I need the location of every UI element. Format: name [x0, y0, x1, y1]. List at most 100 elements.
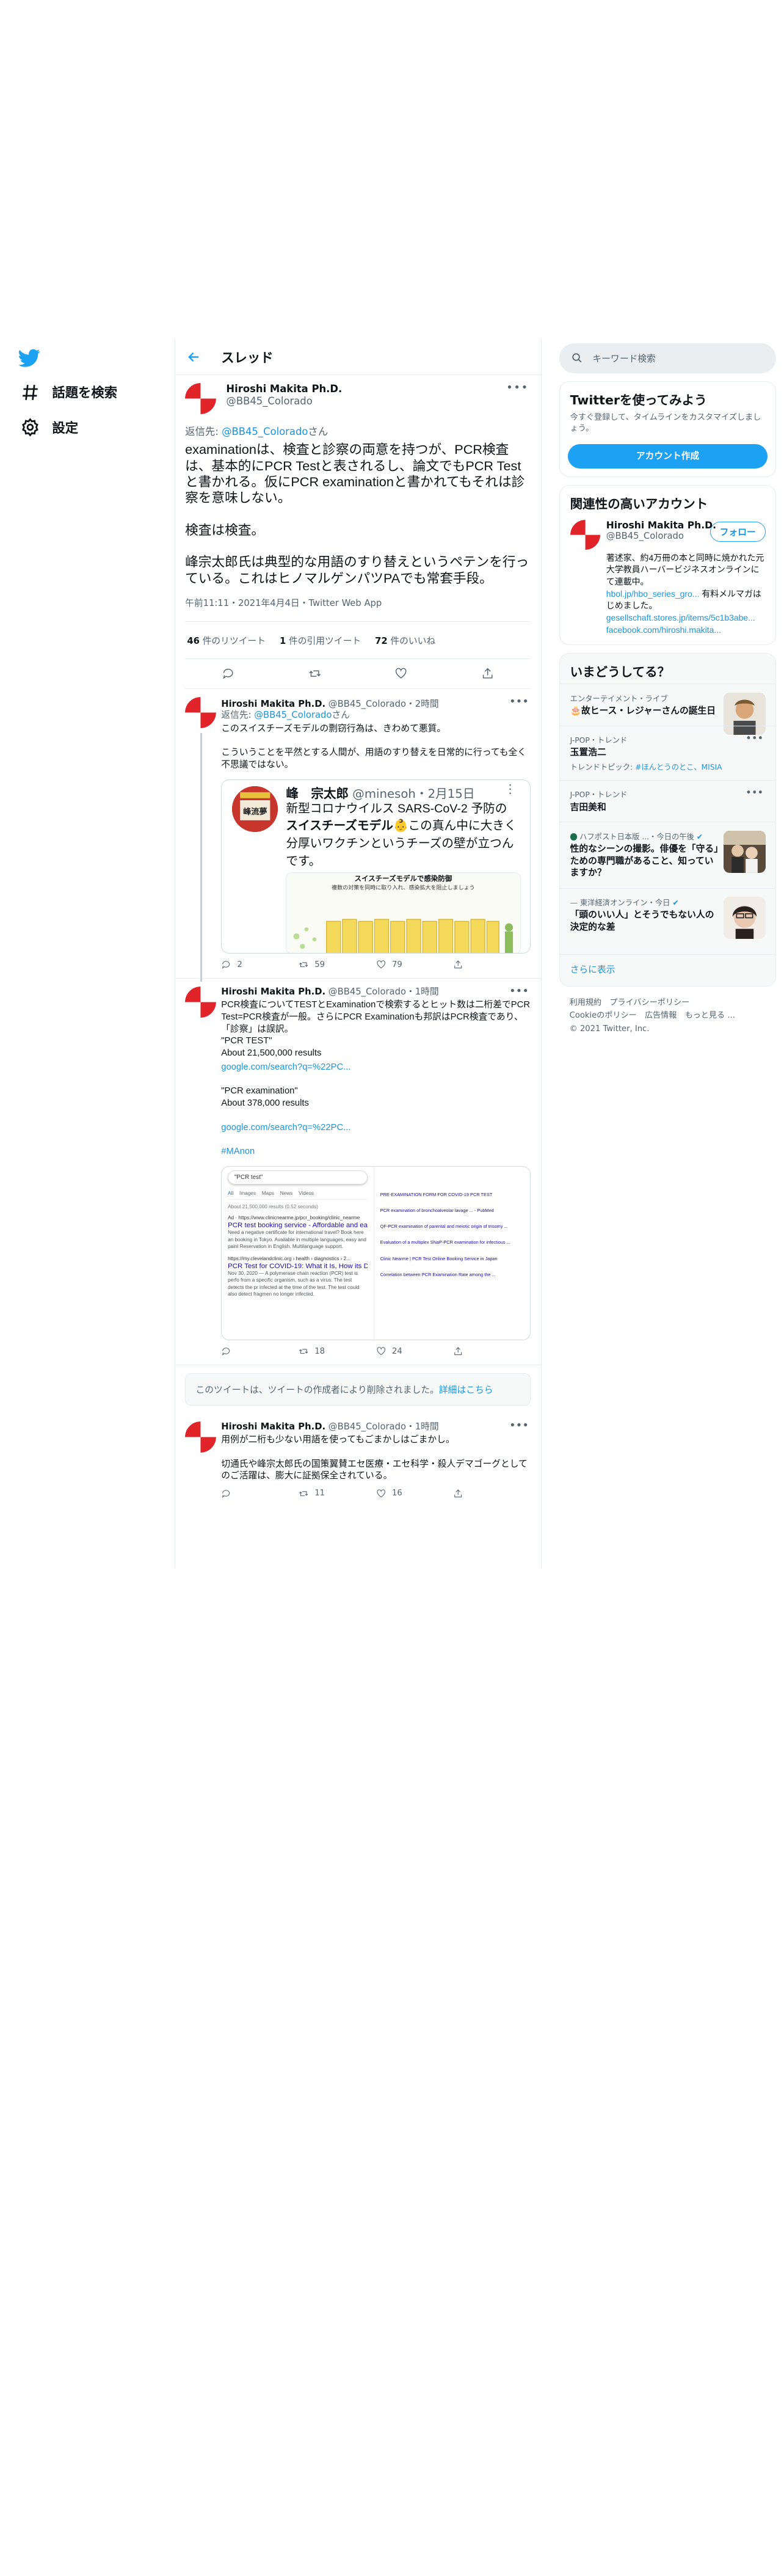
search-icon: [572, 353, 582, 363]
more-options-icon[interactable]: •••: [506, 381, 529, 394]
link[interactable]: google.com/search?q=%22PC...: [221, 1062, 531, 1074]
bio-link[interactable]: gesellschaft.stores.jp/items/5c1b3abe...: [606, 613, 755, 622]
author-meta[interactable]: @BB45_Colorado・1時間: [328, 1421, 439, 1432]
avatar[interactable]: [185, 1421, 216, 1453]
more-options-icon[interactable]: •••: [509, 1419, 529, 1432]
shot-right-result: Correlation between PCR Examination Rate…: [380, 1271, 496, 1277]
verified-icon: ✔: [672, 898, 679, 907]
signup-card: Twitterを使ってみよう 今すぐ登録して、タイムラインをカスタマイズしましょ…: [559, 381, 776, 477]
trend-item[interactable]: ハフポスト日本版 ...・今日の午後 ✔ 性的なシーンの撮影。俳優を「守る」ため…: [560, 822, 775, 888]
author-name[interactable]: Hiroshi Makita Ph.D.: [226, 383, 342, 395]
author-name[interactable]: Hiroshi Makita Ph.D.: [221, 1421, 325, 1432]
hashtag-link[interactable]: #MAnon: [221, 1146, 531, 1158]
retweet-action[interactable]: 18: [299, 1346, 376, 1356]
reply-icon[interactable]: [222, 667, 234, 680]
like-icon[interactable]: [394, 667, 407, 680]
trend-meta: J-POP・トレンド: [570, 735, 628, 745]
search-screenshot-image[interactable]: "PCR test" All Images Maps News Videos About…: [221, 1166, 531, 1341]
quoted-tweet[interactable]: 峰流夢 峰 宗太郎 @minesoh・2月15日 ⋮ 新型コロナウイルス SAR…: [221, 779, 531, 954]
author-name[interactable]: Hiroshi Makita Ph.D.: [221, 699, 325, 709]
reply-action[interactable]: 2: [221, 960, 299, 969]
trend-sub: トレンドトピック: #ほんとうのとこ、MISIA: [570, 761, 766, 772]
reply-tweet[interactable]: ••• Hiroshi Makita Ph.D. @BB45_Colorado・…: [175, 979, 541, 1365]
footer-link[interactable]: 広告情報: [645, 1011, 677, 1020]
quote-image[interactable]: スイスチーズモデルで感染防御 複数の対策を同時に取り入れ、感染拡大を阻止しましょ…: [286, 872, 521, 954]
like-stat[interactable]: 72 件のいいね: [375, 634, 435, 647]
tweet-timestamp[interactable]: 午前11:11・2021年4月4日・Twitter Web App: [185, 596, 531, 622]
share-action[interactable]: [453, 960, 531, 969]
twitter-logo-icon[interactable]: [18, 347, 40, 369]
reply-icon: [222, 961, 230, 969]
footer-link[interactable]: 利用規約: [570, 998, 602, 1007]
retweet-action[interactable]: 59: [299, 960, 376, 969]
nav-settings[interactable]: 設定: [20, 417, 78, 437]
nav-settings-label: 設定: [52, 420, 79, 436]
trend-title: 🎂故ヒース・レジャーさんの誕生日: [570, 706, 716, 716]
like-action[interactable]: 16: [376, 1489, 454, 1498]
retweet-icon[interactable]: [308, 667, 321, 680]
follow-button[interactable]: フォロー: [710, 522, 766, 542]
more-options-icon[interactable]: •••: [746, 787, 763, 798]
footer-link[interactable]: もっと見る ...: [685, 1011, 735, 1020]
quote-image-title: スイスチーズモデルで感染防御: [354, 874, 452, 883]
footer-link[interactable]: Cookieのポリシー: [570, 1011, 637, 1020]
back-arrow-icon[interactable]: [187, 350, 201, 364]
reply-tweet[interactable]: ••• Hiroshi Makita Ph.D. @BB45_Colorado・…: [175, 1414, 541, 1507]
shot-right-result: PCR examination of bronchoalveolar lavag…: [380, 1207, 494, 1213]
account-name[interactable]: Hiroshi Makita Ph.D.: [606, 520, 716, 531]
author-meta[interactable]: @BB45_Colorado・2時間: [328, 699, 439, 709]
tweet-actions: [185, 659, 531, 689]
author-handle[interactable]: @BB45_Colorado: [226, 395, 342, 407]
like-action[interactable]: 79: [376, 960, 454, 969]
reply-icon: [222, 1489, 230, 1498]
shot-tab: Videos: [299, 1191, 314, 1197]
footer-link[interactable]: プライバシーポリシー: [609, 998, 689, 1007]
avatar[interactable]: [570, 520, 600, 550]
more-options-icon[interactable]: •••: [509, 985, 529, 998]
author-meta[interactable]: @BB45_Colorado・1時間: [328, 987, 439, 997]
bio-link[interactable]: facebook.com/hiroshi.makita...: [606, 625, 721, 635]
link[interactable]: google.com/search?q=%22PC...: [221, 1122, 531, 1134]
trend-title: 性的なシーンの撮影。俳優を「守る」ための専門職があること、知っていますか？: [570, 844, 719, 878]
share-action[interactable]: [453, 1489, 531, 1498]
more-options-icon[interactable]: •••: [746, 732, 763, 744]
trend-item[interactable]: エンターテイメント・ライブ 🎂故ヒース・レジャーさんの誕生日: [560, 684, 775, 735]
account-item[interactable]: Hiroshi Makita Ph.D. @BB45_Colorado フォロー: [560, 516, 775, 558]
reply-to-handle[interactable]: @BB45_Colorado: [254, 710, 332, 720]
reply-action[interactable]: [221, 1346, 299, 1356]
author-name[interactable]: Hiroshi Makita Ph.D.: [221, 987, 325, 997]
avatar[interactable]: [185, 697, 216, 728]
trend-item[interactable]: J-POP・トレンド 玉置浩二 トレンドトピック: #ほんとうのとこ、MISIA…: [560, 725, 775, 781]
trend-meta: J-POP・トレンド: [570, 790, 628, 800]
share-action[interactable]: [453, 1346, 531, 1356]
account-handle[interactable]: @BB45_Colorado: [606, 531, 716, 541]
quote-more-icon[interactable]: ⋮: [504, 782, 517, 796]
like-action[interactable]: 24: [376, 1346, 454, 1356]
learn-more-link[interactable]: 詳細はこちら: [439, 1385, 493, 1395]
quote-author-name[interactable]: 峰 宗太郎: [286, 786, 349, 801]
retweet-stat[interactable]: 46 件のリツイート: [187, 634, 266, 647]
show-more-link[interactable]: さらに表示: [560, 954, 775, 986]
tweet-text: 用例が二桁も少ない用語を使ってもごまかしはごまかし。 切通氏や峰宗太郎氏の国策翼…: [221, 1435, 528, 1481]
quote-stat[interactable]: 1 件の引用ツイート: [280, 634, 361, 647]
avatar[interactable]: [185, 383, 216, 415]
quote-avatar[interactable]: 峰流夢: [231, 786, 278, 833]
reply-tweet[interactable]: ••• Hiroshi Makita Ph.D. @BB45_Colorado・…: [175, 689, 541, 982]
shot-right-result: PRE-EXAMINATION FORM FOR COVID-19 PCR TE…: [380, 1191, 493, 1197]
trend-sub-label: トレンドトピック:: [570, 763, 636, 772]
more-options-icon[interactable]: •••: [509, 695, 529, 708]
tweet-text: このスイスチーズモデルの剽窃行為は、きわめて悪質。 こういうことを平然とする人間…: [221, 723, 527, 770]
trend-item[interactable]: — 東洋経済オンライン・今日 ✔ 「頭のいい人」とそうでもない人の決定的な差: [560, 888, 775, 954]
bio-link[interactable]: hbol.jp/hbo_series_gro...: [606, 589, 700, 599]
trend-sub-link[interactable]: #ほんとうのとこ、MISIA: [635, 763, 722, 772]
avatar[interactable]: [185, 986, 216, 1018]
nav-explore[interactable]: 話題を検索: [20, 382, 117, 403]
retweet-action[interactable]: 11: [299, 1489, 376, 1498]
share-icon[interactable]: [481, 667, 494, 680]
trend-item[interactable]: J-POP・トレンド 吉田美和 •••: [560, 780, 775, 822]
search-input[interactable]: キーワード検索: [559, 343, 776, 373]
reply-action[interactable]: [221, 1489, 299, 1498]
create-account-button[interactable]: アカウント作成: [568, 444, 768, 469]
quote-author-meta[interactable]: @minesoh・2月15日: [352, 787, 474, 801]
reply-to-handle[interactable]: @BB45_Colorado: [222, 426, 308, 437]
